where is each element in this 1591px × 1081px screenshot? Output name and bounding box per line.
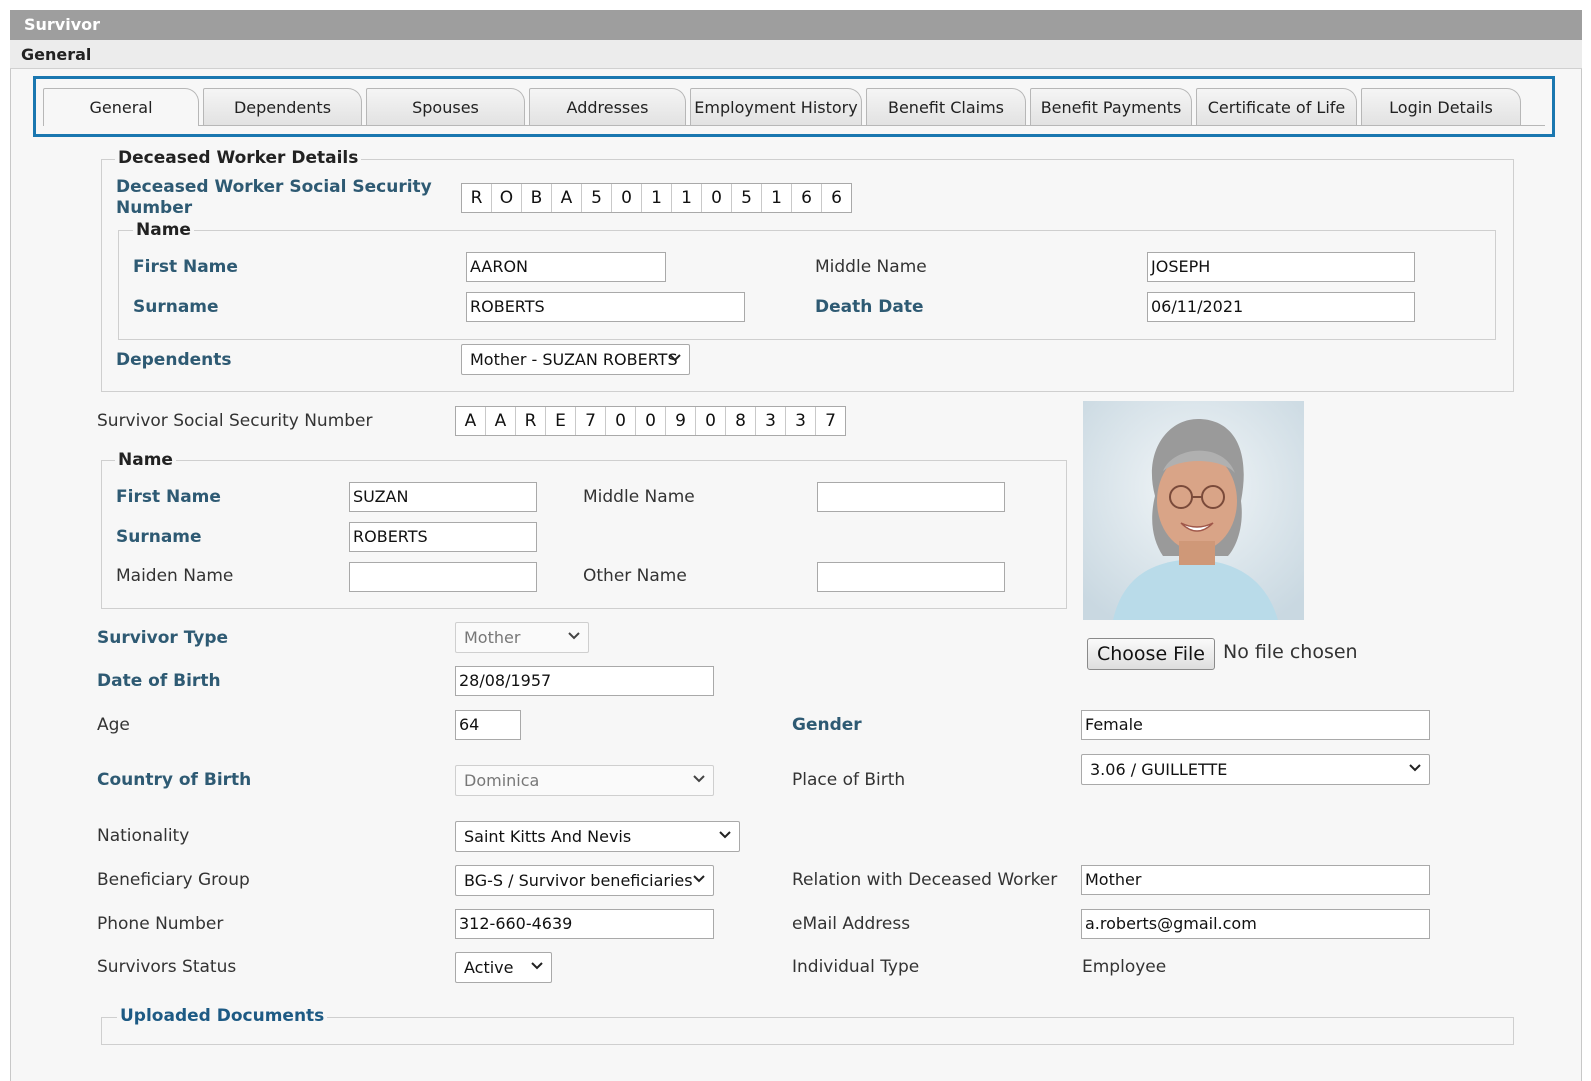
chevron-down-icon (669, 354, 681, 362)
file-status-text: No file chosen (1223, 641, 1358, 663)
chevron-down-icon (693, 875, 705, 883)
gender-field[interactable]: Female (1081, 710, 1430, 740)
email-label: eMail Address (792, 914, 911, 934)
country-of-birth-select[interactable]: Dominica (455, 765, 714, 796)
tab-benefit-payments[interactable]: Benefit Payments (1030, 88, 1192, 125)
chevron-down-icon (531, 962, 543, 970)
individual-type-value: Employee (1082, 957, 1167, 977)
section-title: General (10, 40, 1582, 69)
age-label: Age (97, 715, 130, 735)
deceased-worker-legend: Deceased Worker Details (115, 148, 362, 168)
dependents-selected-value: Mother - SUZAN ROBERTS (470, 350, 678, 369)
maiden-name-field[interactable] (349, 562, 537, 592)
survivor-type-value: Mother (464, 628, 521, 647)
death-date-field[interactable]: 06/11/2021 (1147, 292, 1415, 322)
death-date-label: Death Date (815, 297, 924, 317)
other-name-label: Other Name (583, 566, 687, 586)
deceased-middle-name-label: Middle Name (815, 257, 927, 277)
tab-benefit-claims[interactable]: Benefit Claims (866, 88, 1026, 125)
survivor-middle-name-label: Middle Name (583, 487, 695, 507)
tab-spouses[interactable]: Spouses (366, 88, 525, 125)
deceased-ssn-input[interactable]: ROBA501105166 (461, 183, 852, 213)
deceased-first-name-label: First Name (133, 257, 238, 277)
uploaded-documents-legend[interactable]: Uploaded Documents (117, 1006, 328, 1026)
chevron-down-icon (1409, 764, 1421, 772)
nationality-label: Nationality (97, 826, 190, 846)
tab-employment-history[interactable]: Employment History (690, 88, 862, 125)
survivor-type-select[interactable]: Mother (455, 622, 589, 653)
beneficiary-group-label: Beneficiary Group (97, 870, 250, 890)
tab-dependents[interactable]: Dependents (203, 88, 362, 125)
deceased-surname-label: Surname (133, 297, 219, 317)
maiden-name-label: Maiden Name (116, 566, 234, 586)
survivor-type-label: Survivor Type (97, 628, 229, 648)
deceased-middle-name-field[interactable]: JOSEPH (1147, 252, 1415, 282)
tab-certificate-of-life[interactable]: Certificate of Life (1196, 88, 1357, 125)
email-field[interactable]: a.roberts@gmail.com (1081, 909, 1430, 939)
deceased-ssn-label: Deceased Worker Social Security (116, 177, 432, 197)
survivors-status-label: Survivors Status (97, 957, 237, 977)
tab-addresses[interactable]: Addresses (529, 88, 686, 125)
tab-general[interactable]: General (43, 88, 199, 126)
country-of-birth-value: Dominica (464, 771, 540, 790)
relation-field[interactable]: Mother (1081, 865, 1430, 895)
survivor-photo (1083, 401, 1304, 620)
beneficiary-group-select[interactable]: BG-S / Survivor beneficiaries (455, 865, 714, 896)
nationality-value: Saint Kitts And Nevis (464, 827, 632, 846)
deceased-surname-field[interactable]: ROBERTS (466, 292, 745, 322)
beneficiary-group-value: BG-S / Survivor beneficiaries (464, 871, 693, 890)
age-field[interactable]: 64 (455, 710, 521, 740)
window-title: Survivor (10, 10, 1582, 40)
survivor-ssn-input[interactable]: AARE700908337 (455, 406, 846, 436)
dependents-label: Dependents (116, 350, 232, 370)
date-of-birth-field[interactable]: 28/08/1957 (455, 666, 714, 696)
deceased-name-fieldset (118, 230, 1496, 340)
deceased-name-legend: Name (133, 220, 194, 240)
survivor-first-name-field[interactable]: SUZAN (349, 482, 537, 512)
relation-label: Relation with Deceased Worker (792, 870, 1058, 890)
country-of-birth-label: Country of Birth (97, 770, 252, 790)
survivors-status-select[interactable]: Active (455, 952, 552, 983)
survivor-middle-name-field[interactable] (817, 482, 1005, 512)
gender-label: Gender (792, 715, 862, 735)
place-of-birth-select[interactable]: 3.06 / GUILLETTE (1081, 754, 1430, 785)
individual-type-label: Individual Type (792, 957, 920, 977)
tab-login-details[interactable]: Login Details (1361, 88, 1521, 125)
choose-file-button[interactable]: Choose File (1087, 638, 1215, 670)
dependents-select[interactable]: Mother - SUZAN ROBERTS (461, 344, 690, 375)
chevron-down-icon (719, 831, 731, 839)
survivors-status-value: Active (464, 958, 514, 977)
nationality-select[interactable]: Saint Kitts And Nevis (455, 821, 740, 852)
place-of-birth-label: Place of Birth (792, 770, 906, 790)
survivor-name-legend: Name (115, 450, 176, 470)
deceased-ssn-label-line2: Number (116, 198, 193, 218)
chevron-down-icon (568, 632, 580, 640)
phone-number-label: Phone Number (97, 914, 224, 934)
survivor-first-name-label: First Name (116, 487, 221, 507)
survivor-ssn-label: Survivor Social Security Number (97, 411, 373, 431)
deceased-first-name-field[interactable]: AARON (466, 252, 666, 282)
chevron-down-icon (693, 775, 705, 783)
other-name-field[interactable] (817, 562, 1005, 592)
place-of-birth-value: 3.06 / GUILLETTE (1090, 760, 1228, 779)
date-of-birth-label: Date of Birth (97, 671, 221, 691)
survivor-surname-field[interactable]: ROBERTS (349, 522, 537, 552)
phone-number-field[interactable]: 312-660-4639 (455, 909, 714, 939)
survivor-surname-label: Surname (116, 527, 202, 547)
